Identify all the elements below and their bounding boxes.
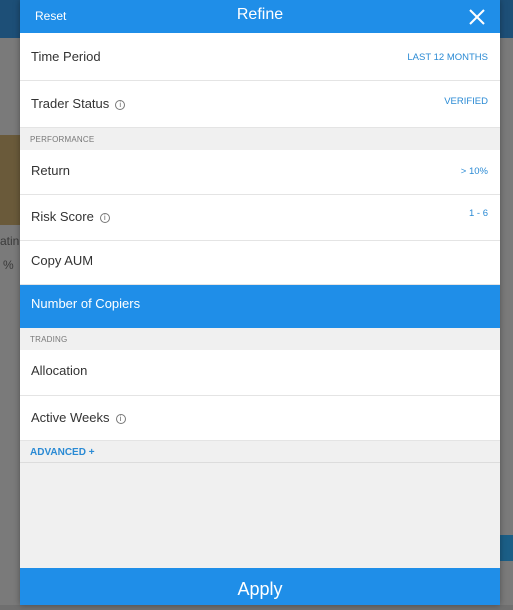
- copy-aum-label: Copy AUM: [31, 253, 94, 268]
- info-icon[interactable]: i: [115, 414, 126, 424]
- return-row[interactable]: Return > 10%: [20, 150, 500, 195]
- number-of-copiers-label: Number of Copiers: [31, 296, 141, 311]
- performance-section-label: PERFORMANCE: [30, 135, 95, 144]
- performance-section-header: PERFORMANCE: [20, 128, 500, 150]
- info-icon[interactable]: i: [115, 100, 126, 110]
- refine-modal: Reset Refine Time Period LAST 12 MONTHS …: [20, 0, 500, 605]
- time-period-row[interactable]: Time Period LAST 12 MONTHS: [20, 33, 500, 81]
- modal-header: Reset Refine: [20, 0, 500, 33]
- allocation-label: Allocation: [31, 363, 88, 378]
- time-period-value: LAST 12 MONTHS: [407, 52, 488, 63]
- risk-score-label: Risk Score: [31, 209, 94, 224]
- copy-aum-row[interactable]: Copy AUM: [20, 241, 500, 285]
- trader-status-label: Trader Status: [31, 96, 110, 111]
- time-period-label: Time Period: [31, 49, 101, 64]
- close-icon[interactable]: [468, 8, 486, 26]
- return-label: Return: [31, 163, 71, 178]
- background-teal-button: [500, 535, 513, 561]
- advanced-toggle[interactable]: ADVANCED +: [20, 441, 500, 463]
- modal-title: Refine: [236, 6, 284, 23]
- risk-score-row[interactable]: Risk Score i 1 - 6: [20, 195, 500, 241]
- background-rating-fragment: atin: [0, 234, 20, 248]
- background-percent-fragment: %: [3, 258, 14, 272]
- active-weeks-row[interactable]: Active Weeks i: [20, 396, 500, 441]
- number-of-copiers-row[interactable]: Number of Copiers: [20, 285, 500, 328]
- advanced-label: ADVANCED +: [30, 447, 95, 458]
- risk-score-value: 1 - 6: [468, 208, 488, 219]
- trading-section-header: TRADING: [20, 328, 500, 350]
- background-card-image: [0, 135, 20, 225]
- info-icon[interactable]: i: [99, 213, 110, 223]
- apply-button[interactable]: Apply: [20, 568, 500, 605]
- trader-status-value: VERIFIED: [444, 96, 488, 107]
- trader-status-row[interactable]: Trader Status i VERIFIED: [20, 81, 500, 128]
- active-weeks-label: Active Weeks: [31, 410, 110, 425]
- return-value: > 10%: [460, 166, 488, 177]
- trading-section-label: TRADING: [30, 335, 68, 344]
- allocation-row[interactable]: Allocation: [20, 350, 500, 396]
